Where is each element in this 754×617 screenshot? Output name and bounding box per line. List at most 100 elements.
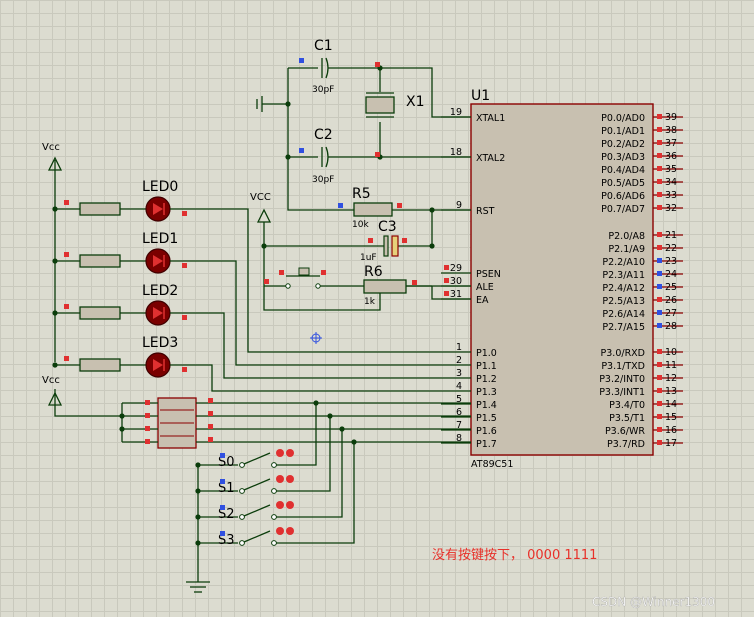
pin-marker-25 bbox=[657, 284, 662, 289]
pin-name-33: P0.6/AD6 bbox=[601, 191, 645, 202]
pin-name-32: P0.7/AD7 bbox=[601, 204, 645, 215]
pin-number-24: 24 bbox=[665, 269, 677, 280]
pin-number-39: 39 bbox=[665, 112, 677, 123]
pin-name-2: P1.1 bbox=[476, 361, 497, 372]
pin-number-37: 37 bbox=[665, 138, 677, 149]
pin-name-6: P1.5 bbox=[476, 413, 497, 424]
pin-marker-10 bbox=[657, 349, 662, 354]
pin-name-15: P3.5/T1 bbox=[609, 413, 645, 424]
pin-marker-11 bbox=[657, 362, 662, 367]
pin-marker-13 bbox=[657, 388, 662, 393]
pin-number-16: 16 bbox=[665, 425, 677, 436]
r5-ref-label: R5 bbox=[352, 186, 371, 202]
switch-lever-0 bbox=[243, 452, 271, 465]
led-label-1: LED1 bbox=[142, 231, 178, 247]
pin-number-33: 33 bbox=[665, 190, 677, 201]
resistor-pack bbox=[119, 397, 471, 449]
pin-name-14: P3.4/T0 bbox=[609, 400, 645, 411]
pin-name-12: P3.2/INT0 bbox=[599, 374, 645, 385]
pin-number-4: 4 bbox=[456, 381, 462, 392]
pin-name-31: EA bbox=[476, 295, 489, 306]
chip-part-label: AT89C51 bbox=[471, 459, 513, 470]
pin-number-26: 26 bbox=[665, 295, 677, 306]
pin-marker-33 bbox=[657, 192, 662, 197]
switch-contact-0 bbox=[239, 462, 245, 468]
pin-number-25: 25 bbox=[665, 282, 677, 293]
pin-name-27: P2.6/A14 bbox=[602, 309, 645, 320]
pin-marker-36 bbox=[657, 153, 662, 158]
status-note: 没有按键按下， 0000 1111 bbox=[432, 548, 597, 563]
pin-number-11: 11 bbox=[665, 360, 677, 371]
pin-name-25: P2.4/A12 bbox=[602, 283, 645, 294]
pin-number-35: 35 bbox=[665, 164, 677, 175]
pin-name-36: P0.3/AD3 bbox=[601, 152, 645, 163]
pin-name-23: P2.2/A10 bbox=[602, 257, 645, 268]
pin-name-4: P1.3 bbox=[476, 387, 497, 398]
pin-name-26: P2.5/A13 bbox=[602, 296, 645, 307]
led-resistor-1 bbox=[79, 254, 121, 268]
pin-number-29: 29 bbox=[450, 263, 462, 274]
pin-name-5: P1.4 bbox=[476, 400, 497, 411]
pin-number-22: 22 bbox=[665, 243, 677, 254]
pin-name-8: P1.7 bbox=[476, 439, 497, 450]
pin-marker-32 bbox=[657, 205, 662, 210]
schematic-svg: U1 AT89C51 19XTAL118XTAL29RST29PSEN30ALE… bbox=[42, 38, 715, 609]
pin-marker-17 bbox=[657, 440, 662, 445]
pin-name-38: P0.1/AD1 bbox=[601, 126, 645, 137]
c1-ref-label: C1 bbox=[314, 38, 333, 54]
pin-marker-12 bbox=[657, 375, 662, 380]
pin-name-37: P0.2/AD2 bbox=[601, 139, 645, 150]
pin-number-34: 34 bbox=[665, 177, 677, 188]
pin-number-15: 15 bbox=[665, 412, 677, 423]
r6-value-label: 1k bbox=[364, 297, 376, 307]
pin-marker-37 bbox=[657, 140, 662, 145]
pin-marker-38 bbox=[657, 127, 662, 132]
pin-name-22: P2.1/A9 bbox=[608, 244, 645, 255]
pin-number-2: 2 bbox=[456, 355, 462, 366]
pin-number-28: 28 bbox=[665, 321, 677, 332]
pin-marker-27 bbox=[657, 310, 662, 315]
switch-contact-1 bbox=[239, 488, 245, 494]
pin-name-13: P3.3/INT1 bbox=[599, 387, 645, 398]
pin-name-30: ALE bbox=[476, 282, 494, 293]
pin-name-24: P2.3/A11 bbox=[602, 270, 645, 281]
switch-contact-3 bbox=[239, 540, 245, 546]
pin-name-28: P2.7/A15 bbox=[602, 322, 645, 333]
vcc-label-1: Vcc bbox=[42, 142, 60, 153]
ground-symbol bbox=[186, 465, 210, 593]
pin-marker-34 bbox=[657, 179, 662, 184]
pin-name-19: XTAL1 bbox=[476, 113, 505, 124]
pin-number-32: 32 bbox=[665, 203, 677, 214]
c2-ref-label: C2 bbox=[314, 127, 333, 143]
pin-marker-22 bbox=[657, 245, 662, 250]
pin-name-1: P1.0 bbox=[476, 348, 497, 359]
pin-marker-14 bbox=[657, 401, 662, 406]
pin-marker-28 bbox=[657, 323, 662, 328]
pin-number-38: 38 bbox=[665, 125, 677, 136]
switch-lever-1 bbox=[243, 478, 271, 491]
pin-name-11: P3.1/TXD bbox=[601, 361, 645, 372]
r5-value-label: 10k bbox=[352, 220, 369, 230]
x1-ref-label: X1 bbox=[406, 94, 425, 110]
pin-marker-15 bbox=[657, 414, 662, 419]
pin-number-10: 10 bbox=[665, 347, 677, 358]
switch-lever-2 bbox=[243, 504, 271, 517]
led-resistor-0 bbox=[79, 202, 121, 216]
pin-name-3: P1.2 bbox=[476, 374, 497, 385]
crosshair-cursor bbox=[310, 332, 322, 344]
c3-value-label: 1uF bbox=[360, 253, 377, 263]
pin-name-39: P0.0/AD0 bbox=[601, 113, 645, 124]
pin-number-13: 13 bbox=[665, 386, 677, 397]
c3-ref-label: C3 bbox=[378, 219, 397, 235]
switch-rows: S0S1S2S3 bbox=[195, 403, 355, 548]
pin-number-1: 1 bbox=[456, 342, 462, 353]
switch-contact-2 bbox=[239, 514, 245, 520]
vcc-label-2: Vcc bbox=[42, 375, 60, 386]
led-label-3: LED3 bbox=[142, 335, 178, 351]
pin-marker-24 bbox=[657, 271, 662, 276]
pin-name-34: P0.5/AD5 bbox=[601, 178, 645, 189]
led-resistor-3 bbox=[79, 358, 121, 372]
pin-marker-23 bbox=[657, 258, 662, 263]
switch-lever-3 bbox=[243, 530, 271, 543]
pin-number-3: 3 bbox=[456, 368, 462, 379]
